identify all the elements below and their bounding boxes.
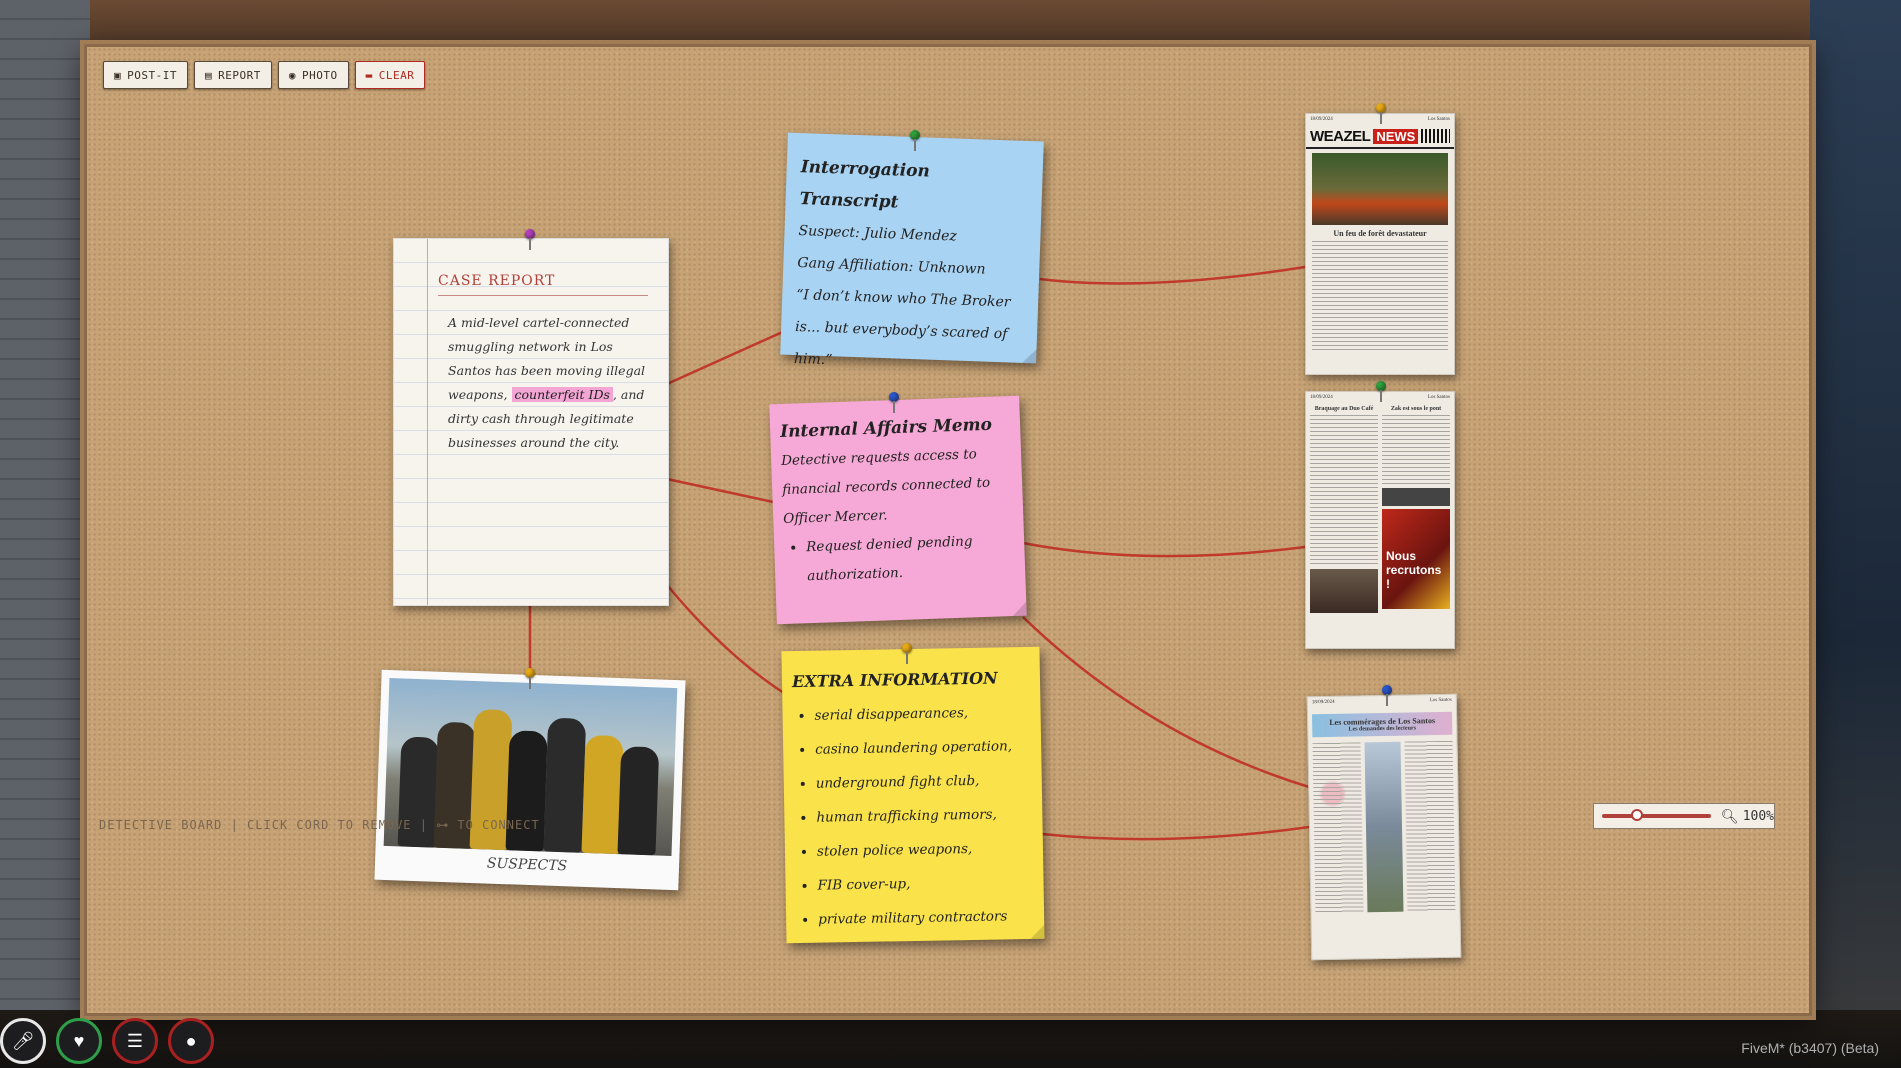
list-item: casino laundering operation, [815, 729, 1032, 767]
note-icon: ▣ [114, 68, 122, 82]
cord[interactable] [1022, 616, 1310, 789]
cord[interactable] [666, 584, 788, 697]
trash-icon: ▬ [365, 68, 373, 82]
burger-icon: ☰ [112, 1018, 158, 1064]
extra-information-note[interactable]: EXTRA INFORMATION serial disappearances,… [781, 646, 1045, 944]
note-corner [1012, 601, 1027, 617]
document-icon: ▤ [204, 68, 213, 82]
note-title: EXTRA INFORMATION [791, 668, 998, 692]
interrogation-note[interactable]: Interrogation Transcript Suspect: Julio … [780, 132, 1044, 368]
cord[interactable] [666, 477, 774, 504]
paper-columns [1309, 740, 1460, 914]
pushpin-icon[interactable] [525, 229, 535, 250]
note-title: Interrogation Transcript [799, 157, 931, 213]
paper-columns: Braquage au Duo Café Zak est sous le pon… [1306, 403, 1454, 613]
paper-text-block [1382, 415, 1450, 485]
add-postit-button[interactable]: ▣ POST-IT [103, 61, 188, 89]
zoom-slider-handle[interactable] [1631, 809, 1643, 821]
paper-text-block [1312, 241, 1448, 351]
highlighted-text: counterfeit IDs [511, 387, 613, 402]
pushpin-icon[interactable] [1376, 103, 1386, 124]
list-item: Request denied pending authorization. [806, 526, 1016, 591]
magnifier-icon: 🔍︎ [1720, 807, 1739, 824]
microphone-icon: 🎤︎ [0, 1018, 46, 1064]
pushpin-icon[interactable] [525, 668, 535, 689]
list-item: stolen police weapons, [817, 831, 1034, 869]
pushpin-icon[interactable] [902, 643, 912, 664]
cord[interactable] [666, 328, 788, 386]
cord[interactable] [1039, 265, 1306, 285]
pushpin-icon[interactable] [910, 130, 920, 151]
case-report-title: CASE REPORT [438, 273, 556, 289]
paper-header: 18/09/2024 Los Santos [1311, 697, 1452, 706]
note-list: serial disappearances, casino laundering… [792, 695, 1034, 937]
note-corner [1022, 348, 1037, 364]
pushpin-icon[interactable] [889, 392, 899, 413]
suspect-figure [617, 746, 660, 856]
list-item: FIB cover-up, [817, 865, 1034, 903]
recruitment-ad: Nous recrutons ! [1382, 509, 1450, 609]
margin-line [427, 239, 428, 605]
case-report-card[interactable]: CASE REPORT A mid-level cartel-connected… [393, 238, 669, 606]
title-rule [438, 295, 648, 296]
heart-icon: ♥ [56, 1018, 102, 1064]
background-window-right [1810, 0, 1901, 1068]
pushpin-icon[interactable] [1382, 685, 1392, 706]
photo-caption: SUSPECTS [486, 855, 568, 875]
paper-headline: Un feu de forêt devastateur [1333, 229, 1427, 238]
paper-text-block [1310, 415, 1378, 565]
paper-text-block [1404, 740, 1456, 912]
list-item: serial disappearances, [814, 695, 1031, 733]
note-corner [1030, 924, 1045, 939]
background-floor [0, 1010, 1901, 1068]
internal-affairs-note[interactable]: Internal Affairs Memo Detective requests… [769, 395, 1027, 625]
cord[interactable] [1022, 541, 1306, 558]
paper-column-right: Zak est sous le pont Nous recrutons ! [1382, 403, 1450, 613]
detective-board[interactable]: ▣ POST-IT ▤ REPORT ◉ PHOTO ▬ CLEAR CASE … [84, 44, 1812, 1016]
list-item: private military contractors [818, 899, 1035, 937]
camera-icon: ◉ [288, 68, 296, 82]
barcode-icon [1421, 129, 1450, 143]
suspect-figure [543, 717, 587, 853]
newspaper-weazel-fire[interactable]: 18/09/2024 Los Santos WEAZEL NEWS Un feu… [1305, 113, 1455, 375]
note-quote: “I don’t know who The Broker is... but e… [793, 286, 1011, 369]
fire-photo [1312, 153, 1448, 225]
paper-text-block [1312, 742, 1364, 914]
newspaper-duo-cafe[interactable]: 18/09/2024 Los Santos Braquage au Duo Ca… [1305, 391, 1455, 649]
clear-board-button[interactable]: ▬ CLEAR [354, 61, 426, 89]
board-hint-text: DETECTIVE BOARD | CLICK CORD TO REMOVE |… [99, 818, 540, 832]
case-report-body: A mid-level cartel-connected smuggling n… [448, 315, 646, 450]
car-photo [1382, 488, 1450, 506]
paper-column-left: Braquage au Duo Café [1310, 403, 1378, 613]
zoom-value: 100% [1742, 808, 1774, 824]
list-item: underground fight club, [815, 763, 1032, 801]
add-photo-button[interactable]: ◉ PHOTO [277, 61, 349, 89]
pushpin-icon[interactable] [1376, 381, 1386, 402]
note-list: Request denied pending authorization. [784, 526, 1016, 592]
add-report-button[interactable]: ▤ REPORT [193, 61, 272, 89]
newspaper-gossip[interactable]: 18/09/2024 Los Santos Les commérages de … [1306, 693, 1462, 961]
suspects-photo[interactable]: SUSPECTS [374, 669, 686, 891]
fivem-build-label: FiveM* (b3407) (Beta) [1741, 1040, 1879, 1056]
cord[interactable] [1041, 825, 1310, 841]
gossip-banner: Les commérages de Los Santos Les demande… [1312, 711, 1453, 738]
note-body: Detective requests access to financial r… [780, 446, 991, 528]
suspect-figure [505, 730, 548, 852]
zoom-control[interactable]: 🔍︎ 100% [1593, 803, 1775, 829]
cafe-photo [1310, 569, 1378, 613]
city-photo [1364, 741, 1404, 913]
list-item: human trafficking rumors, [816, 797, 1033, 835]
board-toolbar: ▣ POST-IT ▤ REPORT ◉ PHOTO ▬ CLEAR [103, 61, 426, 89]
zoom-slider[interactable] [1602, 809, 1711, 821]
weazel-news-masthead: WEAZEL NEWS [1306, 125, 1454, 149]
background-wall-left [0, 0, 90, 1068]
drop-icon: ● [168, 1018, 214, 1064]
